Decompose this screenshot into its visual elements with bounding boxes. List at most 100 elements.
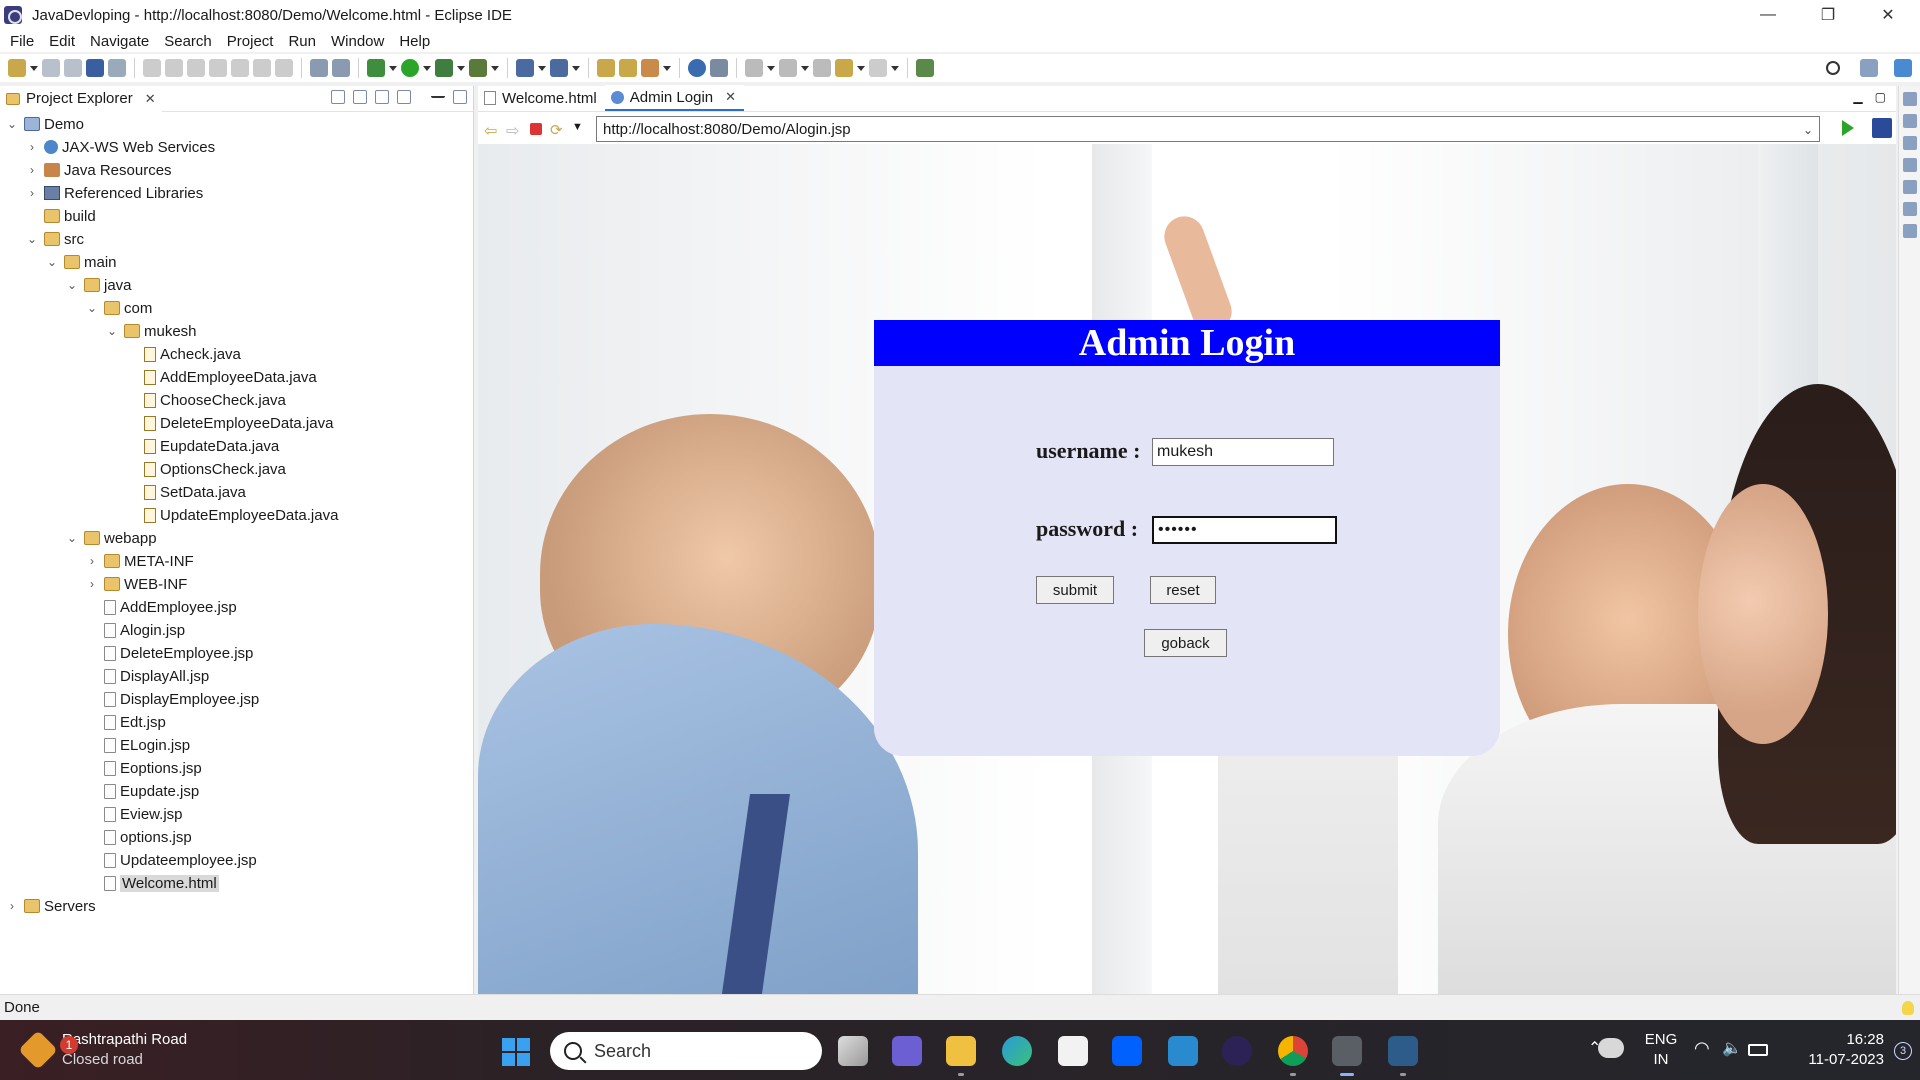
tree-item-file[interactable]: OptionsCheck.java <box>144 458 286 480</box>
task-view-icon[interactable] <box>838 1036 868 1066</box>
tree-item-meta-inf[interactable]: › META-INF <box>86 550 194 572</box>
start-icon[interactable] <box>502 1038 530 1066</box>
wifi-icon[interactable]: ◠ <box>1694 1038 1716 1058</box>
tree-item-demo[interactable]: ⌄ Demo <box>6 113 84 135</box>
collapse-all-icon[interactable] <box>331 90 345 104</box>
java-ee-perspective-icon[interactable] <box>1894 59 1912 77</box>
chevron-down-icon[interactable]: ⌄ <box>106 324 118 338</box>
username-input[interactable]: mukesh <box>1152 438 1334 466</box>
tree-item-webapp[interactable]: ⌄ webapp <box>66 527 157 549</box>
restore-button[interactable]: ❐ <box>1800 0 1856 30</box>
tree-item-file[interactable]: AddEmployee.jsp <box>104 596 237 618</box>
edit-dropdown-icon[interactable] <box>663 59 671 77</box>
tree-item-java[interactable]: ⌄ java <box>66 274 132 296</box>
chevron-right-icon[interactable]: › <box>26 186 38 200</box>
store-icon[interactable] <box>1058 1036 1088 1066</box>
close-button[interactable]: ✕ <box>1860 0 1916 30</box>
search-icon[interactable] <box>1826 61 1840 75</box>
goback-button[interactable]: goback <box>1144 629 1227 657</box>
clock[interactable]: 16:28 11-07-2023 <box>1784 1030 1884 1070</box>
tree-item-file[interactable]: UpdateEmployeeData.java <box>144 504 338 526</box>
skip-breakpoints-icon[interactable] <box>108 59 126 77</box>
tab-admin-login[interactable]: Admin Login ✕ <box>604 85 745 111</box>
new-icon[interactable] <box>8 59 26 77</box>
chevron-down-icon[interactable]: ▼ <box>572 121 588 137</box>
menu-help[interactable]: Help <box>393 33 439 50</box>
chevron-right-icon[interactable]: › <box>26 140 38 154</box>
eclipse-icon[interactable] <box>1222 1036 1252 1066</box>
tree-item-servers[interactable]: › Servers <box>6 895 96 917</box>
tree-item-web-inf[interactable]: › WEB-INF <box>86 573 187 595</box>
disconnect-icon[interactable] <box>209 59 227 77</box>
menu-run[interactable]: Run <box>282 33 325 50</box>
previous-annotation-icon[interactable] <box>779 59 797 77</box>
edit-icon[interactable] <box>641 59 659 77</box>
back-dropdown-icon[interactable] <box>857 59 865 77</box>
step-return-icon[interactable] <box>275 59 293 77</box>
tree-item-file[interactable]: Eview.jsp <box>104 803 183 825</box>
forward-icon[interactable] <box>869 59 887 77</box>
tree-item-src[interactable]: ⌄ src <box>26 228 84 250</box>
new-class-dropdown-icon[interactable] <box>572 59 580 77</box>
chevron-down-icon[interactable]: ⌄ <box>46 255 58 269</box>
save-all-icon[interactable] <box>64 59 82 77</box>
refresh-icon[interactable]: ⟳ <box>550 121 566 139</box>
volume-icon[interactable]: 🔈 <box>1722 1038 1744 1058</box>
maximize-editor-icon[interactable]: ▢ <box>1875 90 1886 104</box>
console-icon[interactable] <box>1902 224 1917 238</box>
view-menu-icon[interactable] <box>419 90 423 104</box>
minimize-view-icon[interactable] <box>431 90 445 98</box>
lightbulb-icon[interactable] <box>1902 1001 1914 1015</box>
new-java-project-icon[interactable] <box>516 59 534 77</box>
onedrive-icon[interactable] <box>1598 1038 1624 1058</box>
taskbar-search[interactable]: Search <box>550 1032 822 1070</box>
minimize-button[interactable]: — <box>1740 0 1796 30</box>
open-perspective-icon[interactable] <box>1860 59 1878 77</box>
forward-arrow-icon[interactable]: ⇨ <box>506 121 522 140</box>
servers-view-icon[interactable] <box>1902 114 1917 128</box>
tree-item-file[interactable]: Edt.jsp <box>104 711 166 733</box>
tree-item-file[interactable]: EupdateData.java <box>144 435 279 457</box>
resume-icon[interactable] <box>143 59 161 77</box>
maximize-view-icon[interactable] <box>453 90 467 104</box>
tree-item-file[interactable]: DisplayAll.jsp <box>104 665 209 687</box>
tree-item-java-resources[interactable]: › Java Resources <box>26 159 172 181</box>
previous-annotation-dropdown-icon[interactable] <box>801 59 809 77</box>
focus-icon[interactable] <box>397 90 411 104</box>
save-icon[interactable] <box>42 59 60 77</box>
menu-window[interactable]: Window <box>325 33 393 50</box>
next-annotation-dropdown-icon[interactable] <box>767 59 775 77</box>
chevron-down-icon[interactable]: ⌄ <box>86 301 98 315</box>
menu-search[interactable]: Search <box>158 33 221 50</box>
run-server-dropdown-icon[interactable] <box>457 59 465 77</box>
properties-view-icon[interactable] <box>1902 136 1917 150</box>
external-tools-dropdown-icon[interactable] <box>491 59 499 77</box>
file-explorer-icon[interactable] <box>946 1036 976 1076</box>
tree-item-file[interactable]: ChooseCheck.java <box>144 389 286 411</box>
tree-item-file[interactable]: SetData.java <box>144 481 246 503</box>
new-class-icon[interactable] <box>550 59 568 77</box>
settings-icon[interactable] <box>1332 1036 1362 1076</box>
mysql-icon[interactable] <box>1168 1036 1198 1066</box>
chevron-right-icon[interactable]: › <box>86 577 98 591</box>
terminal-icon[interactable] <box>86 59 104 77</box>
stop-icon[interactable] <box>530 123 542 135</box>
coverage-icon[interactable] <box>310 59 328 77</box>
language-indicator[interactable]: ENG IN <box>1636 1030 1686 1070</box>
tree-item-file[interactable]: AddEmployeeData.java <box>144 366 317 388</box>
tree-item-file[interactable]: DisplayEmployee.jsp <box>104 688 259 710</box>
tree-item-com[interactable]: ⌄ com <box>86 297 152 319</box>
last-edit-icon[interactable] <box>813 59 831 77</box>
new-java-project-dropdown-icon[interactable] <box>538 59 546 77</box>
chat-icon[interactable] <box>892 1036 922 1066</box>
run-dropdown-icon[interactable] <box>423 59 431 77</box>
tree-item-file[interactable]: ELogin.jsp <box>104 734 190 756</box>
password-input[interactable]: •••••• <box>1152 516 1337 544</box>
chevron-down-icon[interactable]: ⌄ <box>6 117 18 131</box>
tree-item-file[interactable]: Eupdate.jsp <box>104 780 199 802</box>
snippets-icon[interactable] <box>1902 202 1917 216</box>
pin-editor-icon[interactable] <box>916 59 934 77</box>
chrome-icon[interactable] <box>1278 1036 1308 1076</box>
run-icon[interactable] <box>401 59 419 77</box>
external-browser-icon[interactable] <box>1872 118 1892 138</box>
